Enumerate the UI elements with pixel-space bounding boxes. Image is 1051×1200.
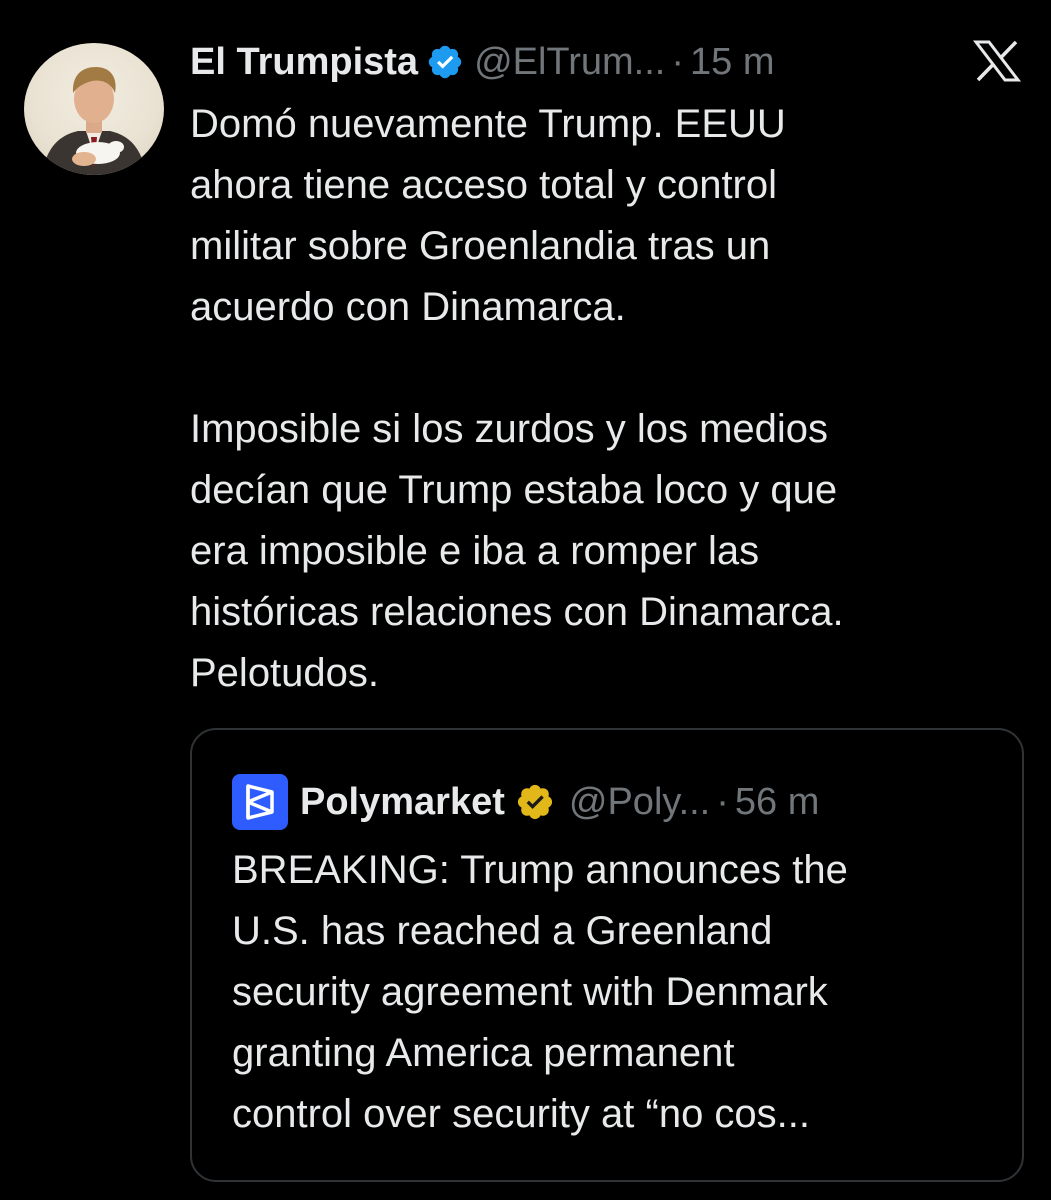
quoted-tweet-timestamp[interactable]: 56 m [735,781,819,824]
tweet-header: El Trumpista @ElTrum... · 15 m [190,34,774,90]
quoted-tweet-text: BREAKING: Trump announces the U.S. has r… [232,848,848,1136]
quoted-author-name[interactable]: Polymarket [300,781,505,824]
x-logo-icon[interactable] [972,40,1022,82]
avatar-portrait-icon [42,67,146,175]
polymarket-logo-icon [232,774,288,830]
quoted-tweet-header: Polymarket @Poly... · 56 m [232,774,819,830]
quoted-header-separator: · [716,780,729,823]
quoted-author-handle[interactable]: @Poly... [569,781,710,824]
header-separator: · [671,40,684,83]
tweet-text: Domó nuevamente Trump. EEUU ahora tiene … [190,102,844,695]
tweet-timestamp[interactable]: 15 m [690,41,774,84]
author-avatar[interactable] [24,43,164,175]
quoted-tweet-card[interactable]: Polymarket @Poly... · 56 m BREAKING: Tru… [190,728,1024,1182]
author-name[interactable]: El Trumpista [190,41,418,84]
blue-verified-badge-icon [426,43,464,81]
author-handle[interactable]: @ElTrum... [474,41,665,84]
gold-verified-badge-icon [515,782,555,822]
